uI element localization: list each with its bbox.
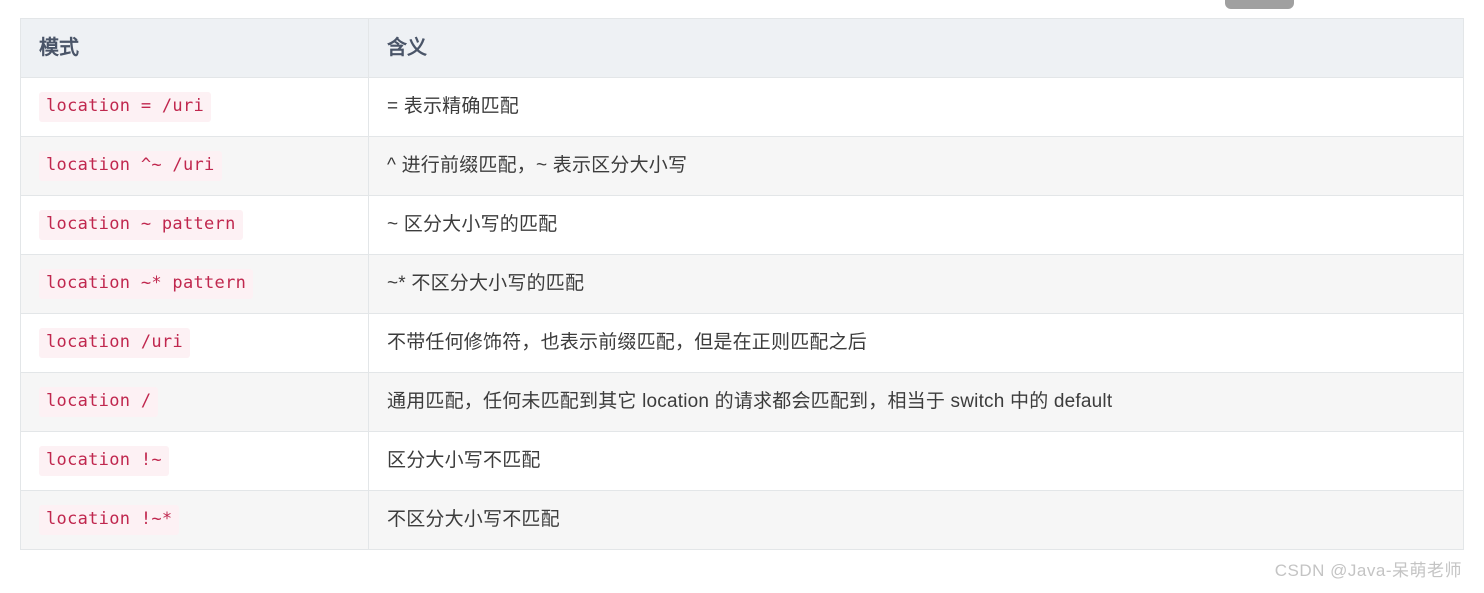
cell-meaning: 通用匹配，任何未匹配到其它 location 的请求都会匹配到，相当于 swit… [368, 372, 1464, 432]
table-row: location !~* 不区分大小写不匹配 [20, 490, 1464, 550]
code-chip-mode: location = /uri [39, 92, 212, 122]
code-chip-mode: location !~* [39, 505, 180, 535]
top-cutoff-pill [1225, 0, 1294, 9]
cell-mode: location !~* [20, 490, 369, 550]
code-chip-mode: location ~* pattern [39, 269, 254, 299]
table-row: location /uri 不带任何修饰符，也表示前缀匹配，但是在正则匹配之后 [20, 313, 1464, 373]
cell-meaning: = 表示精确匹配 [368, 77, 1464, 137]
table-row: location ~* pattern ~* 不区分大小写的匹配 [20, 254, 1464, 314]
location-match-table-container: 模式 含义 location = /uri = 表示精确匹配 location … [20, 18, 1464, 550]
table-header: 模式 含义 [20, 18, 1464, 78]
table-row: location / 通用匹配，任何未匹配到其它 location 的请求都会匹… [20, 372, 1464, 432]
cell-mode: location /uri [20, 313, 369, 373]
meaning-text: ~* 不区分大小写的匹配 [387, 272, 585, 294]
cell-meaning: ~* 不区分大小写的匹配 [368, 254, 1464, 314]
cell-meaning: 不区分大小写不匹配 [368, 490, 1464, 550]
code-chip-mode: location / [39, 387, 159, 417]
cell-mode: location ~* pattern [20, 254, 369, 314]
cell-mode: location !~ [20, 431, 369, 491]
column-header-mode: 模式 [20, 18, 369, 78]
cell-mode: location = /uri [20, 77, 369, 137]
cell-mode: location ~ pattern [20, 195, 369, 255]
code-chip-mode: location !~ [39, 446, 169, 476]
location-match-table: 模式 含义 location = /uri = 表示精确匹配 location … [20, 18, 1464, 550]
meaning-text: 不区分大小写不匹配 [387, 508, 560, 530]
code-chip-mode: location ~ pattern [39, 210, 243, 240]
code-chip-mode: location ^~ /uri [39, 151, 222, 181]
meaning-text: 通用匹配，任何未匹配到其它 location 的请求都会匹配到，相当于 swit… [387, 390, 1113, 412]
meaning-text: ~ 区分大小写的匹配 [387, 213, 558, 235]
csdn-watermark: CSDN @Java-呆萌老师 [1274, 561, 1462, 580]
cell-meaning: ^ 进行前缀匹配，~ 表示区分大小写 [368, 136, 1464, 196]
meaning-text: = 表示精确匹配 [387, 95, 519, 117]
table-header-row: 模式 含义 [20, 18, 1464, 78]
meaning-text: ^ 进行前缀匹配，~ 表示区分大小写 [387, 154, 688, 176]
table-row: location !~ 区分大小写不匹配 [20, 431, 1464, 491]
table-row: location ^~ /uri ^ 进行前缀匹配，~ 表示区分大小写 [20, 136, 1464, 196]
cell-mode: location / [20, 372, 369, 432]
meaning-text: 区分大小写不匹配 [387, 449, 541, 471]
column-header-meaning: 含义 [368, 18, 1464, 78]
meaning-text: 不带任何修饰符，也表示前缀匹配，但是在正则匹配之后 [387, 331, 868, 353]
cell-meaning: 区分大小写不匹配 [368, 431, 1464, 491]
table-body: location = /uri = 表示精确匹配 location ^~ /ur… [20, 77, 1464, 550]
cell-mode: location ^~ /uri [20, 136, 369, 196]
table-row: location = /uri = 表示精确匹配 [20, 77, 1464, 137]
cell-meaning: ~ 区分大小写的匹配 [368, 195, 1464, 255]
code-chip-mode: location /uri [39, 328, 190, 358]
cell-meaning: 不带任何修饰符，也表示前缀匹配，但是在正则匹配之后 [368, 313, 1464, 373]
table-row: location ~ pattern ~ 区分大小写的匹配 [20, 195, 1464, 255]
